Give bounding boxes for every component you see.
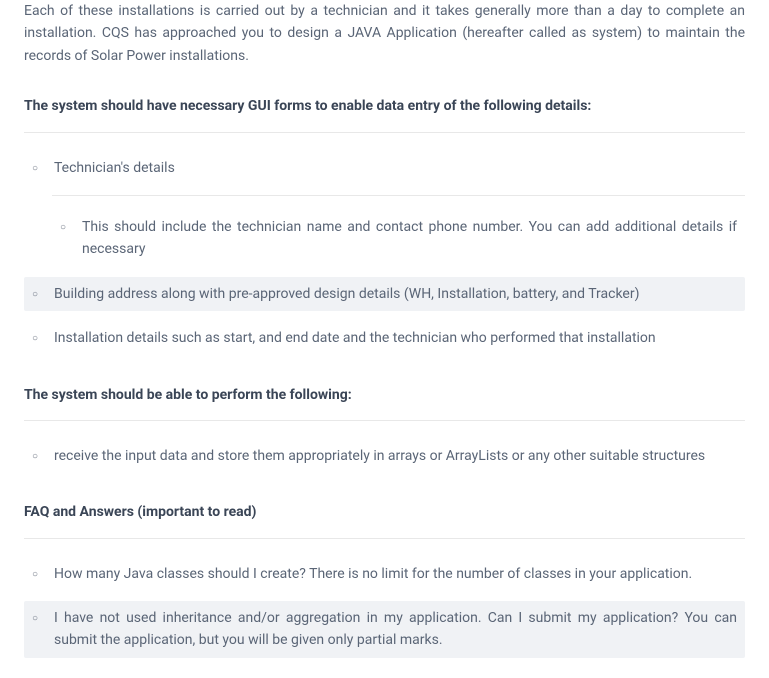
nested-list-item: ○ This should include the technician nam… bbox=[52, 210, 745, 267]
list-item-text: Building address along with pre-approved… bbox=[54, 283, 737, 305]
list-item-faq-classes: ○ How many Java classes should I create?… bbox=[24, 557, 745, 591]
section-heading-faq: FAQ and Answers (important to read) bbox=[24, 501, 745, 523]
list-item-faq-inheritance: ○ I have not used inheritance and/or agg… bbox=[24, 601, 745, 658]
list-item-text: I have not used inheritance and/or aggre… bbox=[54, 607, 737, 652]
list-item-text: receive the input data and store them ap… bbox=[54, 445, 737, 467]
bullet-icon: ○ bbox=[32, 607, 54, 627]
section-perform: The system should be able to perform the… bbox=[24, 384, 745, 474]
bullet-icon: ○ bbox=[32, 445, 54, 465]
section-divider bbox=[24, 132, 745, 133]
list-item-text: Technician's details bbox=[54, 157, 737, 179]
list-item-install: ○ Installation details such as start, an… bbox=[24, 321, 745, 355]
section-divider bbox=[24, 538, 745, 539]
section-heading-perform: The system should be able to perform the… bbox=[24, 384, 745, 406]
section-heading-gui: The system should have necessary GUI for… bbox=[24, 95, 745, 117]
section-faq: FAQ and Answers (important to read) ○ Ho… bbox=[24, 501, 745, 658]
nested-item-text: This should include the technician name … bbox=[82, 216, 737, 261]
list-item-tech: ○ Technician's details bbox=[24, 151, 745, 185]
list-item-building: ○ Building address along with pre-approv… bbox=[24, 277, 745, 311]
list-item-text: Installation details such as start, and … bbox=[54, 327, 737, 349]
bullet-icon: ○ bbox=[32, 157, 54, 177]
bullet-icon: ○ bbox=[60, 216, 82, 236]
intro-paragraph: Each of these installations is carried o… bbox=[24, 0, 745, 67]
nested-list: ○ This should include the technician nam… bbox=[52, 195, 745, 267]
bullet-icon: ○ bbox=[32, 327, 54, 347]
list-item-receive: ○ receive the input data and store them … bbox=[24, 439, 745, 473]
bullet-icon: ○ bbox=[32, 563, 54, 583]
bullet-icon: ○ bbox=[32, 283, 54, 303]
list-item-text: How many Java classes should I create? T… bbox=[54, 563, 737, 585]
section-divider bbox=[24, 420, 745, 421]
section-gui: The system should have necessary GUI for… bbox=[24, 95, 745, 355]
nested-divider bbox=[52, 195, 745, 196]
